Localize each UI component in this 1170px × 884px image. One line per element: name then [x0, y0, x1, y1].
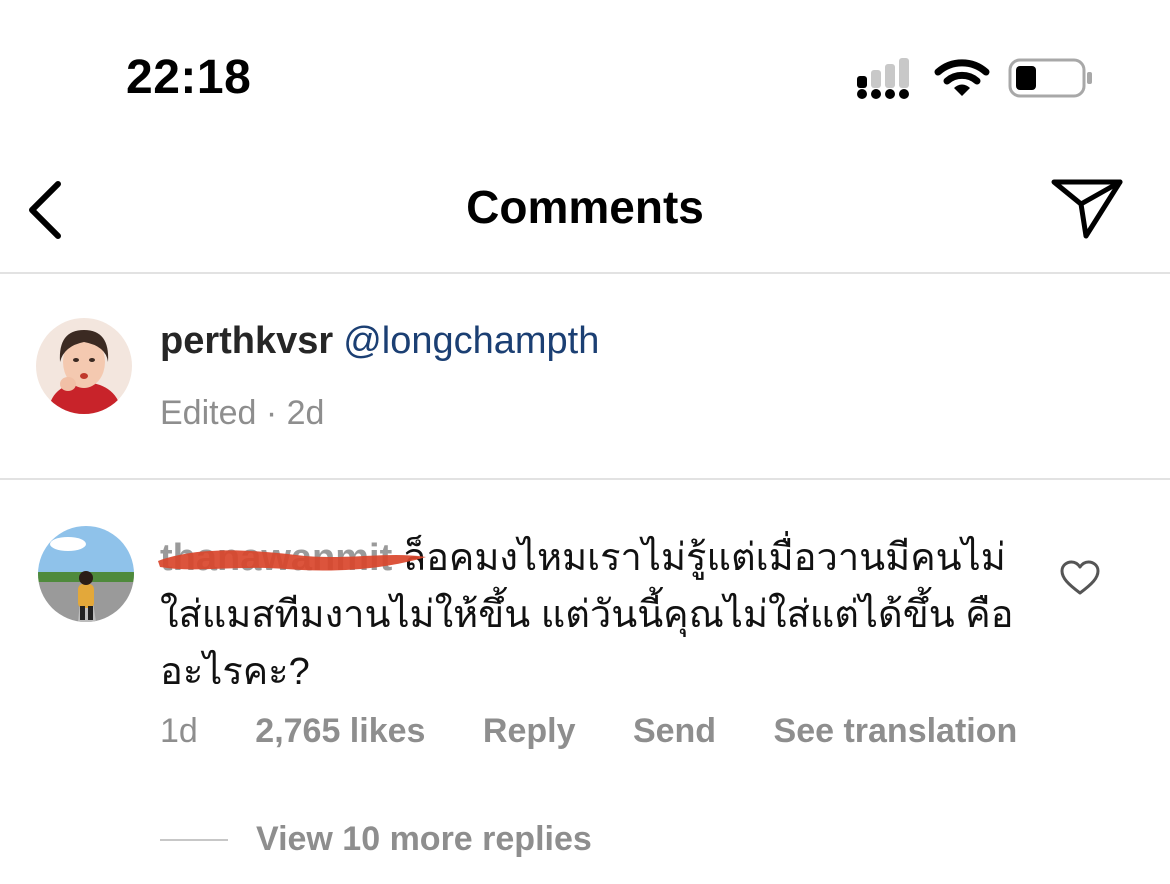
replies-divider-line [160, 838, 228, 841]
page-title: Comments [466, 181, 704, 233]
comment-body: thanawanmit ล็อคมงไหมเราไม่รู้แต่เมื่อวา… [158, 530, 1020, 701]
caption-meta: Edited · 2d [160, 394, 325, 432]
commenter-avatar[interactable] [38, 526, 134, 622]
paper-plane-icon[interactable] [1050, 176, 1124, 240]
comment-time: 1d [160, 712, 198, 750]
comment-actions: 1d 2,765 likes Reply Send See translatio… [160, 712, 1065, 751]
redaction-scribble [158, 550, 426, 571]
view-replies-button[interactable]: View 10 more replies [256, 820, 592, 858]
caption-mention-link[interactable]: @longchampth [343, 320, 599, 362]
send-button[interactable]: Send [633, 712, 716, 750]
nav-header: Comments [0, 150, 1170, 272]
view-replies[interactable]: View 10 more replies [160, 820, 592, 859]
post-caption: perthkvsr @longchampth Edited · 2d [0, 274, 1170, 478]
cellular-signal-icon [857, 58, 909, 99]
reply-button[interactable]: Reply [483, 712, 576, 750]
battery-icon [1008, 58, 1092, 98]
caption-username[interactable]: perthkvsr [160, 320, 333, 362]
heart-icon[interactable] [1060, 560, 1100, 596]
status-time: 22:18 [126, 51, 252, 104]
comment-username[interactable]: thanawanmit [158, 537, 426, 579]
status-bar: 22:18 [0, 0, 1170, 150]
comment-item: thanawanmit ล็อคมงไหมเราไม่รู้แต่เมื่อวา… [0, 480, 1170, 884]
wifi-icon [934, 59, 990, 96]
see-translation-button[interactable]: See translation [774, 712, 1018, 750]
likes-count[interactable]: 2,765 likes [255, 712, 425, 750]
avatar[interactable] [36, 318, 132, 414]
